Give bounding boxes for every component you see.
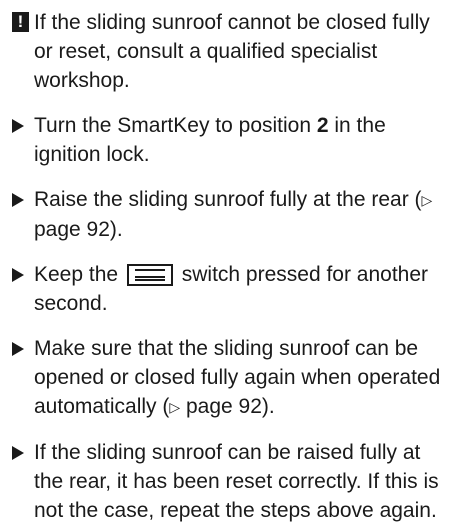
step-text: Raise the sliding sunroof fully at the r…	[34, 188, 422, 211]
triangle-bullet-icon	[12, 268, 24, 282]
warning-text: If the sliding sunroof cannot be closed …	[34, 11, 430, 92]
position-number: 2	[316, 114, 329, 137]
manual-page: ! If the sliding sunroof cannot be close…	[0, 0, 464, 522]
page-ref-icon: ▷	[421, 192, 433, 208]
triangle-bullet-icon	[12, 446, 24, 460]
step-text: ).	[261, 395, 275, 418]
list-item: Raise the sliding sunroof fully at the r…	[12, 185, 454, 244]
list-item: Make sure that the sliding sunroof can b…	[12, 334, 454, 422]
sunroof-switch-icon	[126, 264, 173, 286]
triangle-bullet-icon	[12, 342, 24, 356]
triangle-bullet-icon	[12, 193, 24, 207]
triangle-bullet-icon	[12, 119, 24, 133]
exclamation-icon: !	[12, 12, 29, 32]
page-ref: page 92	[34, 218, 110, 241]
step-text: If the sliding sunroof can be raised ful…	[34, 441, 439, 522]
list-item: Keep the switch pressed for another seco…	[12, 260, 454, 318]
step-text: ).	[109, 218, 123, 241]
page-ref: page 92	[180, 395, 262, 418]
page-ref-icon: ▷	[169, 399, 181, 415]
warning-note: ! If the sliding sunroof cannot be close…	[12, 8, 454, 95]
step-text: Turn the SmartKey to position	[34, 114, 317, 137]
list-item: If the sliding sunroof can be raised ful…	[12, 438, 454, 525]
list-item: Turn the SmartKey to position 2 in the i…	[12, 111, 454, 169]
step-text: Keep the	[34, 263, 124, 286]
